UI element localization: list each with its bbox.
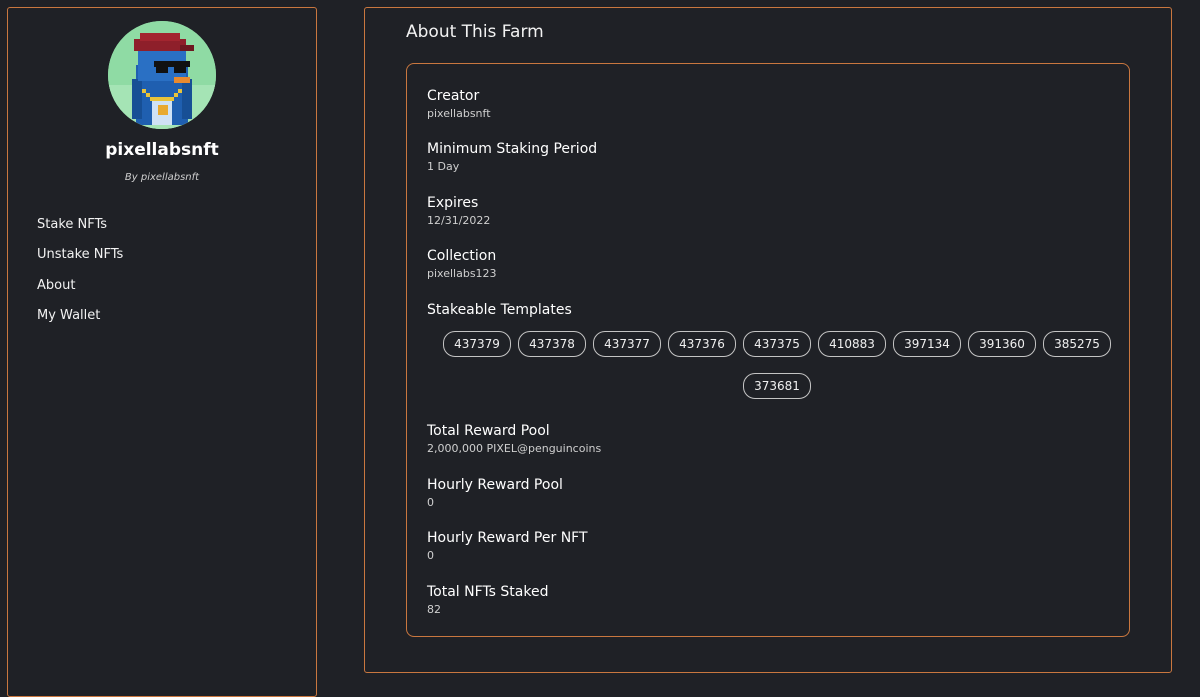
expires-field: Expires 12/31/2022 xyxy=(427,194,490,228)
sidebar-nav: Stake NFTs Unstake NFTs About My Wallet xyxy=(37,217,123,338)
profile-creator: By pixellabsnft xyxy=(124,172,200,183)
nav-stake-nfts[interactable]: Stake NFTs xyxy=(37,217,123,247)
pixel-penguin-avatar-icon xyxy=(108,21,216,129)
expires-label: Expires xyxy=(427,195,479,211)
hourly-reward-per-nft-label: Hourly Reward Per NFT xyxy=(427,530,588,546)
creator-label: Creator xyxy=(427,88,480,104)
template-chip[interactable]: 437378 xyxy=(518,331,586,357)
nav-unstake-nfts[interactable]: Unstake NFTs xyxy=(37,247,123,277)
expires-value: 12/31/2022 xyxy=(427,214,491,227)
template-chip[interactable]: 397134 xyxy=(893,331,961,357)
page-title: About This Farm xyxy=(406,22,544,42)
total-reward-pool-field: Total Reward Pool 2,000,000 PIXEL@pengui… xyxy=(427,422,601,456)
templates-field: Stakeable Templates xyxy=(427,301,572,319)
nav-about[interactable]: About xyxy=(37,278,123,308)
total-nfts-staked-value: 82 xyxy=(427,603,441,616)
main-panel: About This Farm Creator pixellabsnft Min… xyxy=(364,7,1172,673)
profile-avatar xyxy=(108,21,216,129)
hourly-reward-pool-value: 0 xyxy=(427,496,434,509)
profile-name: pixellabsnft xyxy=(105,140,219,160)
templates-label: Stakeable Templates xyxy=(427,302,572,318)
min-staking-label: Minimum Staking Period xyxy=(427,141,598,157)
nav-my-wallet[interactable]: My Wallet xyxy=(37,308,123,338)
collection-field: Collection pixellabs123 xyxy=(427,247,497,281)
creator-value: pixellabsnft xyxy=(427,107,491,120)
template-chip[interactable]: 391360 xyxy=(968,331,1036,357)
template-chip[interactable]: 437377 xyxy=(593,331,661,357)
template-chip[interactable]: 437376 xyxy=(668,331,736,357)
total-reward-pool-value: 2,000,000 PIXEL@penguincoins xyxy=(427,442,602,455)
hourly-reward-pool-label: Hourly Reward Pool xyxy=(427,477,563,493)
hourly-reward-pool-field: Hourly Reward Pool 0 xyxy=(427,476,563,510)
total-nfts-staked-label: Total NFTs Staked xyxy=(427,584,549,600)
collection-value: pixellabs123 xyxy=(427,267,497,280)
template-chip[interactable]: 385275 xyxy=(1043,331,1111,357)
total-reward-pool-label: Total Reward Pool xyxy=(427,423,550,439)
sidebar: pixellabsnft By pixellabsnft Stake NFTs … xyxy=(7,7,317,697)
min-staking-field: Minimum Staking Period 1 Day xyxy=(427,140,597,174)
template-chip[interactable]: 437375 xyxy=(743,331,811,357)
template-chips: 437379 437378 437377 437376 437375 41088… xyxy=(427,331,1127,399)
total-nfts-staked-field: Total NFTs Staked 82 xyxy=(427,583,548,617)
farm-details-card: Creator pixellabsnft Minimum Staking Per… xyxy=(406,63,1130,637)
template-chip[interactable]: 437379 xyxy=(443,331,511,357)
creator-field: Creator pixellabsnft xyxy=(427,87,491,121)
hourly-reward-per-nft-field: Hourly Reward Per NFT 0 xyxy=(427,529,588,563)
min-staking-value: 1 Day xyxy=(427,160,460,173)
template-chip[interactable]: 373681 xyxy=(743,373,811,399)
template-chip[interactable]: 410883 xyxy=(818,331,886,357)
collection-label: Collection xyxy=(427,248,497,264)
hourly-reward-per-nft-value: 0 xyxy=(427,549,434,562)
